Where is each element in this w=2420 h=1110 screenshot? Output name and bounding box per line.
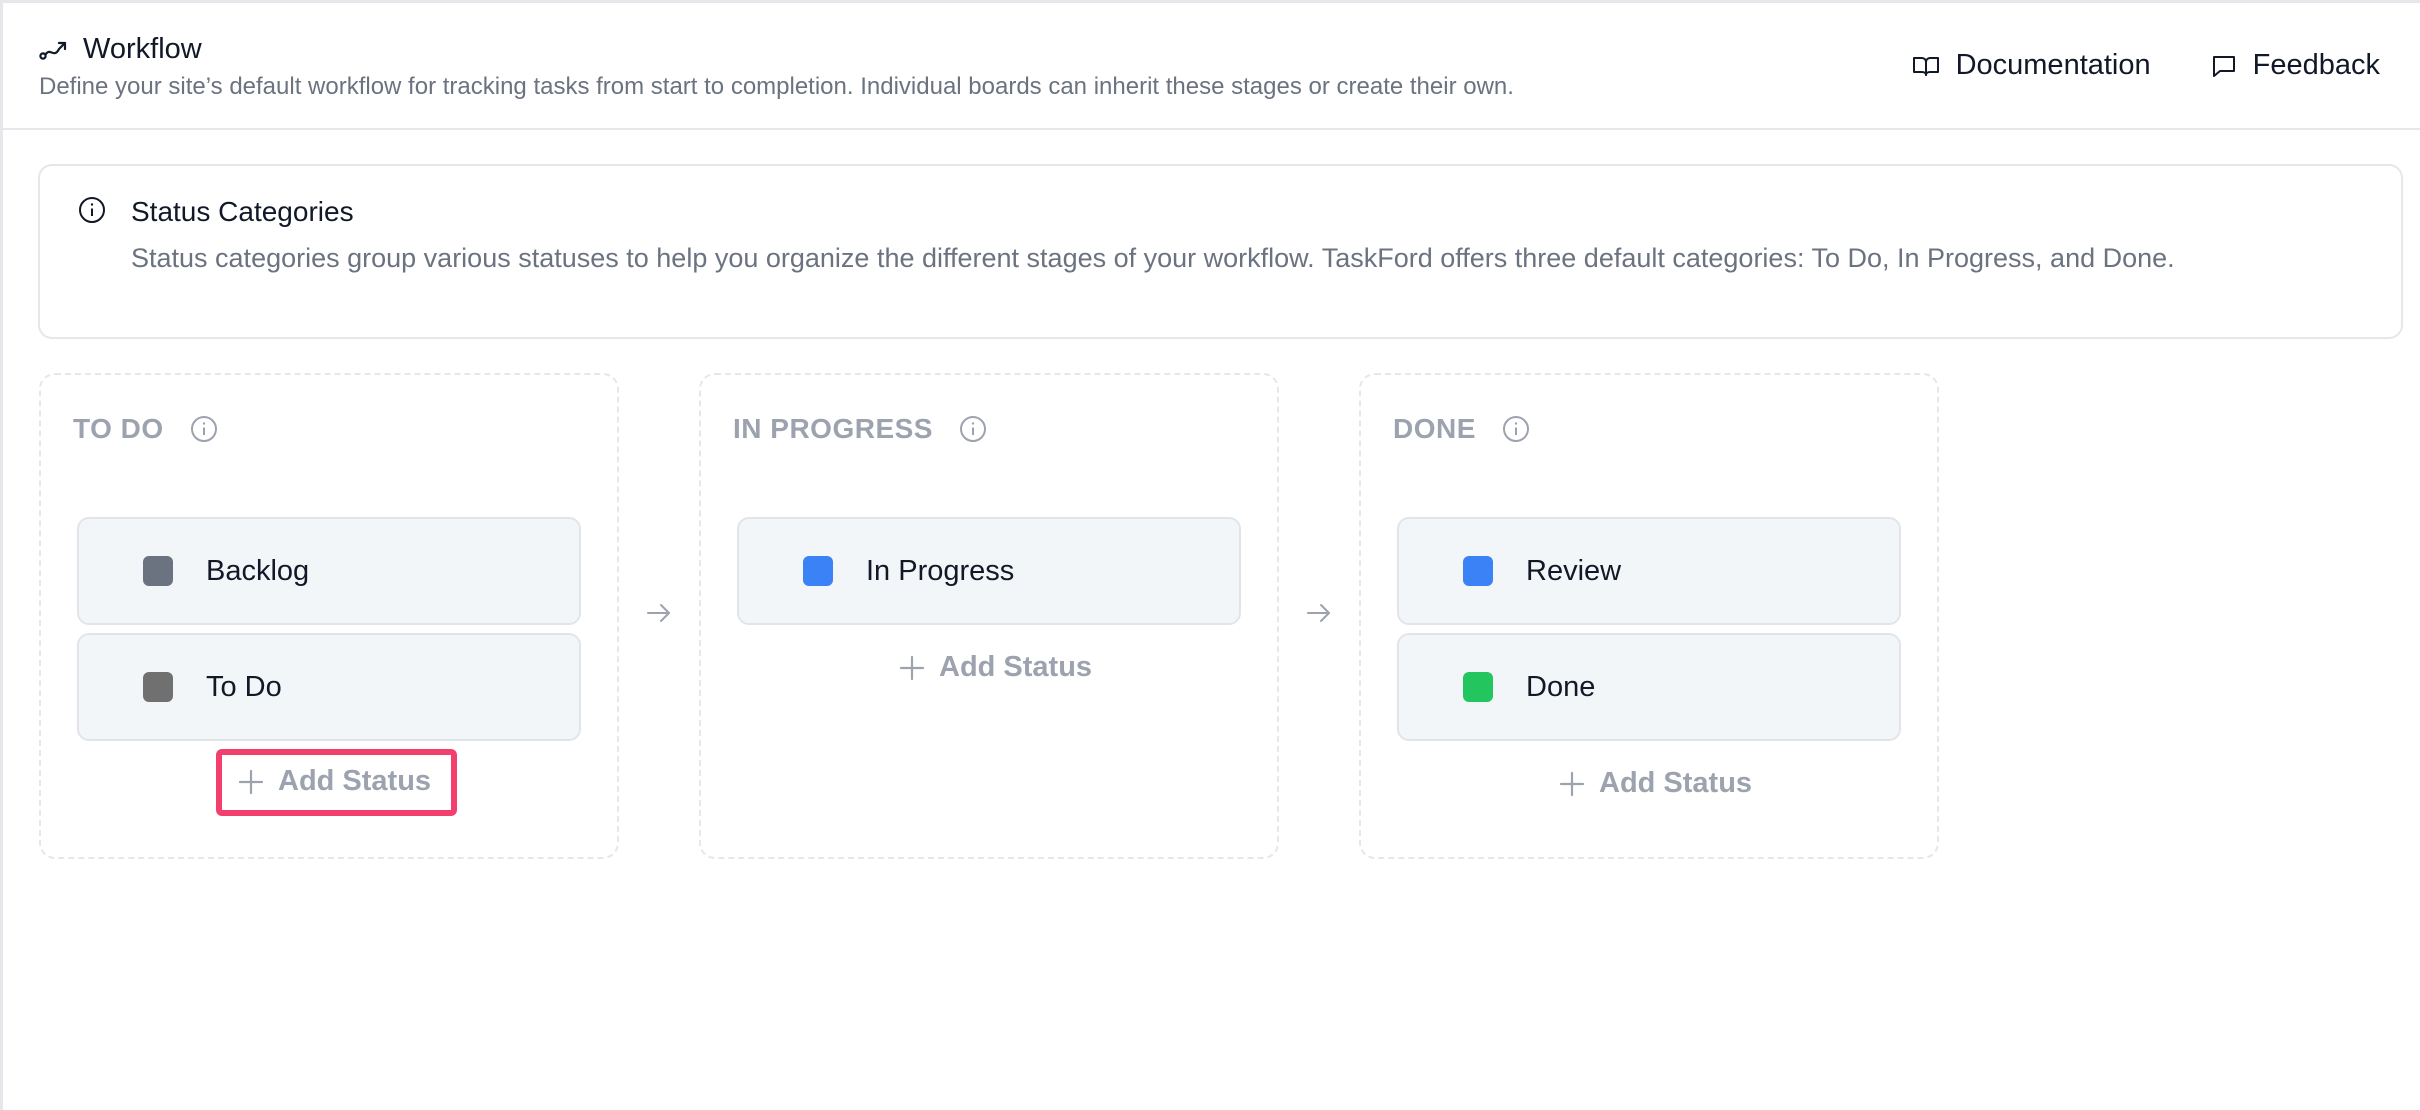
status-color-swatch [143,672,173,702]
status-color-swatch [1463,672,1493,702]
status-name: Backlog [206,554,310,587]
column-header: TO DO [73,413,218,445]
column-label: TO DO [73,413,164,444]
status-categories-info: Status Categories Status categories grou… [38,164,2403,339]
status-card-review[interactable]: Review [1397,517,1901,625]
page-title: Workflow [83,33,202,65]
workflow-page: Workflow Define your site’s default work… [0,0,2420,1110]
book-icon [1912,54,1940,78]
info-icon[interactable] [959,415,987,443]
arrow-right-icon [1306,601,1332,625]
column-label: IN PROGRESS [733,413,933,444]
info-text: Status categories group various statuses… [131,243,2175,273]
plus-icon [899,655,925,681]
status-card-done[interactable]: Done [1397,633,1901,741]
info-icon[interactable] [190,415,218,443]
info-icon [78,196,106,224]
add-status-button-todo[interactable]: Add Status [216,749,458,816]
page-subtitle: Define your site’s default workflow for … [39,73,1514,100]
column-in-progress: IN PROGRESS In Progress Add Status [699,373,1279,859]
column-done: DONE Review Done Add Status [1359,373,1939,859]
status-name: Done [1526,670,1596,703]
status-name: To Do [206,670,282,703]
column-label: DONE [1393,413,1476,444]
status-card-backlog[interactable]: Backlog [77,517,581,625]
status-card-to-do[interactable]: To Do [77,633,581,741]
status-card-in-progress[interactable]: In Progress [737,517,1241,625]
info-icon[interactable] [1502,415,1530,443]
status-name: Review [1526,554,1622,587]
column-header: DONE [1393,413,1530,445]
add-status-button-in-progress[interactable]: Add Status [899,651,1092,684]
plus-icon [238,769,264,795]
documentation-link[interactable]: Documentation [1912,49,2151,82]
plus-icon [1559,771,1585,797]
header-links: Documentation Feedback [1912,49,2380,82]
info-title: Status Categories [131,196,354,227]
documentation-label: Documentation [1955,49,2151,81]
status-color-swatch [143,556,173,586]
status-color-swatch [803,556,833,586]
feedback-label: Feedback [2252,49,2380,81]
add-status-label: Add Status [1599,767,1753,799]
feedback-link[interactable]: Feedback [2211,49,2380,82]
message-icon [2211,54,2237,78]
workflow-icon [39,39,69,61]
page-header: Workflow Define your site’s default work… [3,3,2420,130]
add-status-label: Add Status [278,765,432,797]
column-header: IN PROGRESS [733,413,987,445]
title-row: Workflow [39,33,202,66]
column-todo: TO DO Backlog To Do Add Status [39,373,619,859]
arrow-right-icon [646,601,672,625]
status-color-swatch [1463,556,1493,586]
add-status-label: Add Status [939,651,1093,683]
status-name: In Progress [866,554,1015,587]
add-status-button-done[interactable]: Add Status [1559,767,1752,800]
